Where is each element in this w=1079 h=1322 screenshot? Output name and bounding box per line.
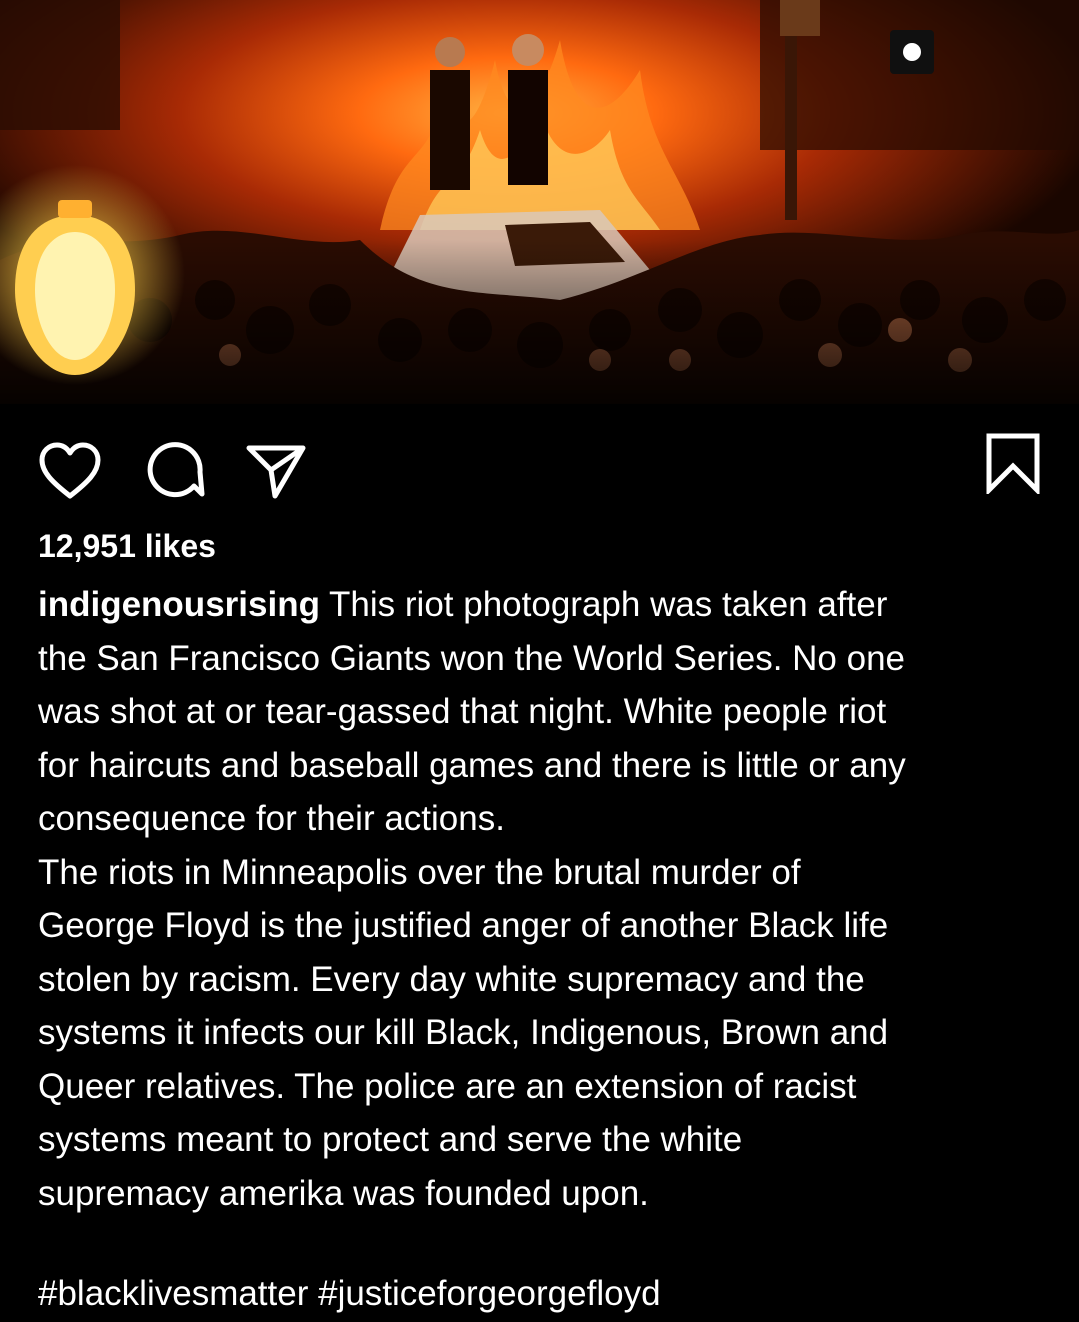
caption-line: stolen by racism. Every day white suprem…: [38, 959, 865, 999]
caption-line: for haircuts and baseball games and ther…: [38, 745, 906, 785]
caption-line: indigenousrising This riot photograph wa…: [38, 578, 1048, 632]
bookmark-icon[interactable]: [985, 432, 1041, 494]
caption-line: George Floyd is the justified anger of a…: [38, 906, 889, 945]
caption-line: systems meant to protect and serve the w…: [38, 1120, 743, 1159]
heart-icon[interactable]: [38, 442, 102, 500]
caption-username[interactable]: indigenousrising: [38, 585, 320, 624]
caption-line: Queer relatives. The police are an exten…: [38, 1066, 857, 1106]
caption-line: The riots in Minneapolis over the brutal…: [38, 852, 801, 892]
caption-line: the San Francisco Giants won the World S…: [38, 638, 906, 678]
caption-text: This riot photograph was taken after: [329, 585, 888, 624]
post-action-bar: [0, 404, 1079, 529]
post-photo[interactable]: [0, 0, 1079, 404]
caption-line: systems it infects our kill Black, Indig…: [38, 1013, 889, 1052]
likes-count[interactable]: 12,951 likes: [38, 526, 216, 566]
caption-line: was shot at or tear-gassed that night. W…: [38, 692, 887, 731]
comment-icon[interactable]: [146, 442, 206, 500]
send-icon[interactable]: [245, 442, 307, 500]
post-caption: indigenousrising This riot photograph wa…: [38, 578, 1048, 1220]
caption-hashtags[interactable]: #blacklivesmatter #justiceforgeorgefloyd: [38, 1267, 661, 1321]
caption-line: consequence for their actions.: [38, 799, 505, 838]
caption-line: supremacy amerika was founded upon.: [38, 1173, 649, 1213]
riot-fire-photo: [0, 0, 1079, 404]
